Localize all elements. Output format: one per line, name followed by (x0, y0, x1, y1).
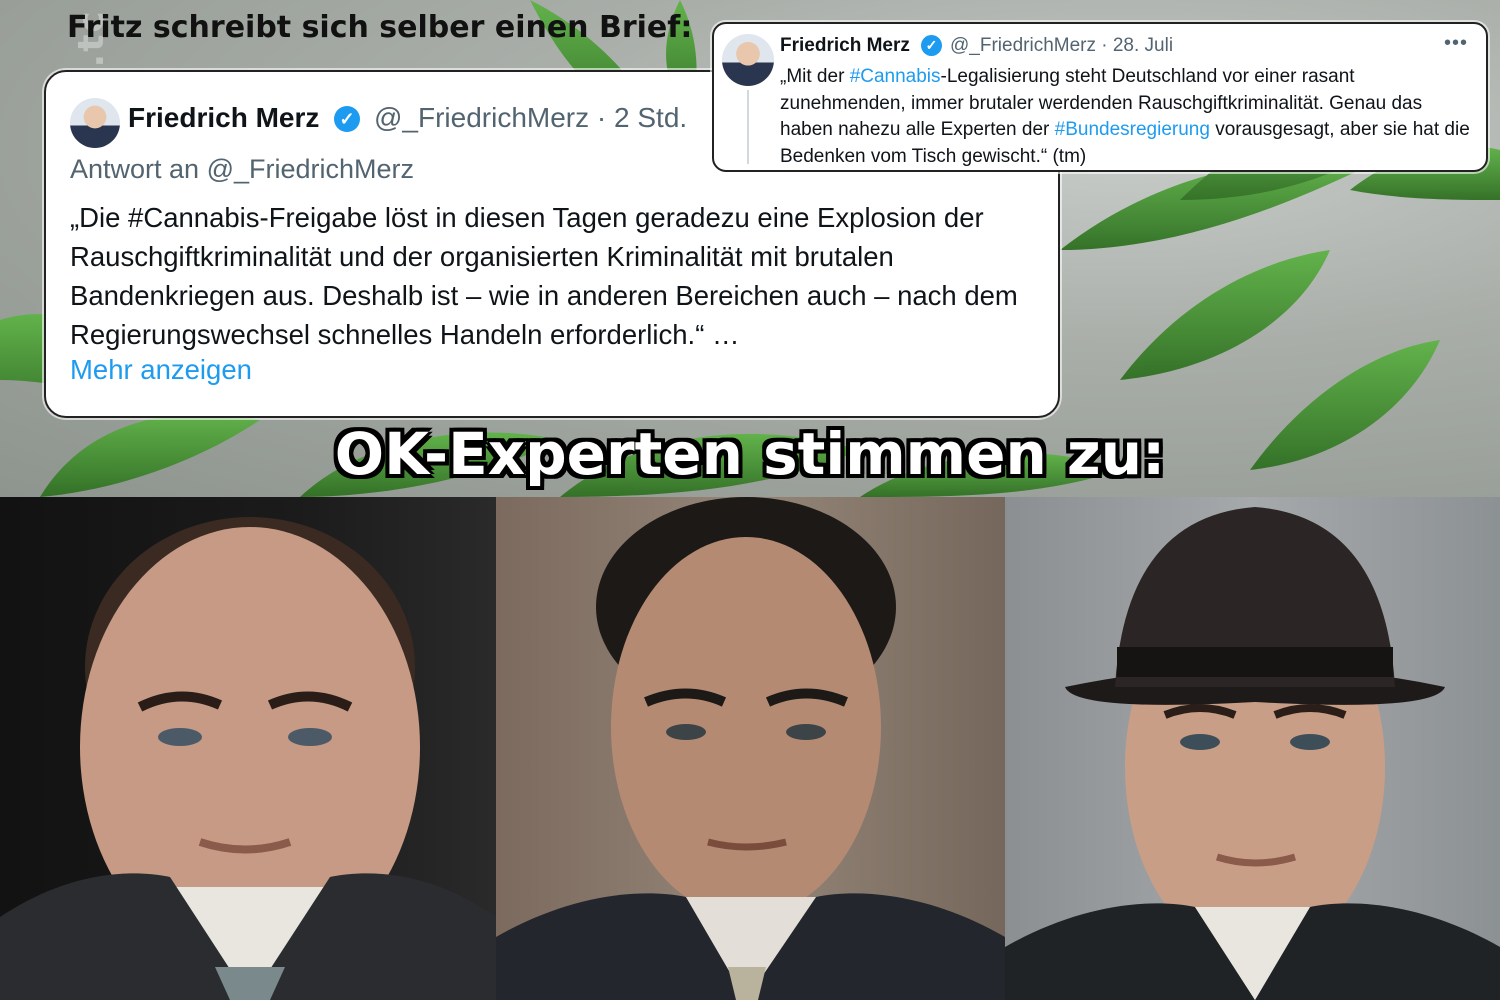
portrait-figure (0, 517, 496, 1000)
hashtag-cannabis-link[interactable]: #Cannabis (850, 66, 941, 87)
tweet-text: „Die #Cannabis-Freigabe löst in diesen T… (70, 202, 1018, 350)
author-handle-time[interactable]: @_FriedrichMerz · 2 Std. (374, 102, 687, 134)
thread-line (747, 90, 749, 164)
portrait-photo-2 (496, 497, 1005, 1000)
verified-badge-icon: ✓ (334, 106, 360, 132)
author-name[interactable]: Friedrich Merz (128, 102, 319, 134)
reply-to-label[interactable]: Antwort an @_FriedrichMerz (70, 154, 414, 185)
hashtag-bundesregierung-link[interactable]: #Bundesregierung (1055, 119, 1210, 140)
avatar[interactable] (70, 98, 120, 148)
author-handle-time[interactable]: @_FriedrichMerz · 28. Juli (950, 35, 1173, 57)
avatar[interactable] (722, 34, 774, 86)
tweet-text-part: „Mit der (780, 66, 850, 87)
original-tweet-card[interactable]: Friedrich Merz ✓ @_FriedrichMerz · 28. J… (712, 22, 1488, 172)
portrait-photo-1 (0, 497, 496, 1000)
verified-badge-icon: ✓ (921, 35, 942, 56)
page-headline: Fritz schreibt sich selber einen Brief: (67, 10, 693, 45)
banner-caption: OK-Experten stimmen zu: (334, 420, 1166, 488)
portrait-figure (1005, 507, 1500, 1000)
show-more-link[interactable]: Mehr anzeigen (70, 354, 252, 386)
author-name[interactable]: Friedrich Merz (780, 35, 910, 57)
portrait-figure (496, 497, 1005, 1000)
portrait-photo-3 (1005, 497, 1500, 1000)
more-dots-icon[interactable]: ••• (1444, 32, 1468, 55)
tweet-text: „Mit der #Cannabis-Legalisierung steht D… (780, 64, 1480, 170)
